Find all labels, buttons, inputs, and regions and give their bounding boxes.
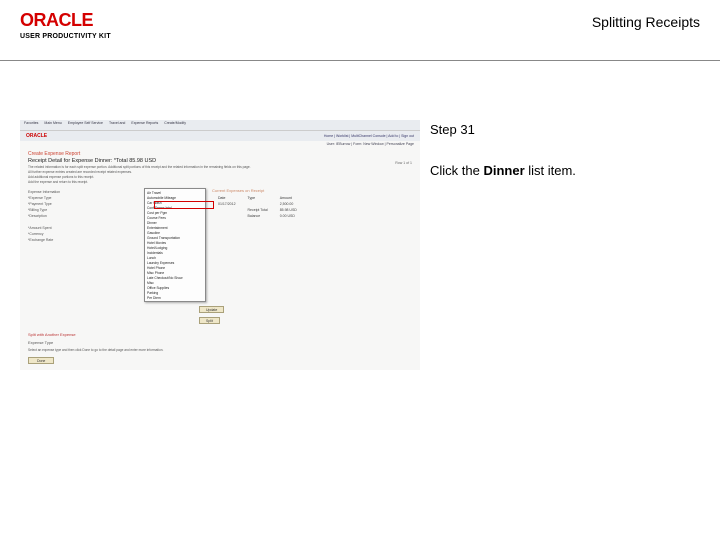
thumb-brand-logo: ORACLE (26, 133, 47, 139)
thumb-breadcrumb: Favorites Main Menu Employee Self Servic… (20, 120, 420, 131)
thumb-bullet: Add additional expense portions to this … (28, 176, 412, 180)
logo-block: ORACLE USER PRODUCTIVITY KIT (20, 10, 111, 40)
thumb-field-label: *Payment Type (28, 202, 52, 206)
page-header: ORACLE USER PRODUCTIVITY KIT Splitting R… (0, 10, 720, 61)
thumb-heading: Create Expense Report (28, 151, 412, 157)
thumb-field-label: *Expense Type (28, 196, 51, 200)
instruction-bold: Dinner (483, 163, 524, 178)
thumb-field-label: *Currency (28, 232, 44, 236)
thumb-body: Create Expense Report Receipt Detail for… (20, 147, 420, 368)
thumb-done-button[interactable]: Done (28, 357, 54, 364)
thumb-navlinks: Home | Worklist | MultiChannel Console |… (324, 134, 414, 138)
thumb-nav-item: Travel and (109, 121, 125, 129)
expense-type-dropdown[interactable]: Air Travel Automobile Mileage Car Wash C… (144, 188, 206, 302)
instruction-text: Click the Dinner list item. (430, 163, 700, 180)
thumb-field-label: Expense Information (28, 190, 60, 194)
instruction-post: list item. (525, 163, 576, 178)
thumb-nav-item: Favorites (24, 121, 38, 129)
thumb-nav-item: Main Menu (44, 121, 61, 129)
thumb-split-button[interactable]: Split (199, 317, 220, 324)
thumb-field-label: *Exchange Rate (28, 238, 53, 242)
upk-label: USER PRODUCTIVITY KIT (20, 33, 111, 40)
content-area: Favorites Main Menu Employee Self Servic… (20, 120, 700, 370)
step-label: Step 31 (430, 122, 700, 137)
thumb-td (212, 213, 242, 219)
app-screenshot-thumbnail: Favorites Main Menu Employee Self Servic… (20, 120, 420, 370)
thumb-form-left: Expense Information *Expense Type *Payme… (28, 188, 138, 302)
thumb-field-label: *Billing Type (28, 208, 47, 212)
thumb-bullet: Add the expense and return to this recei… (28, 181, 412, 185)
instruction-pre: Click the (430, 163, 483, 178)
thumb-brandbar: ORACLE Home | Worklist | MultiChannel Co… (20, 131, 420, 141)
thumb-nav-item: Create/Modify (164, 121, 186, 129)
thumb-td: Balance (242, 213, 274, 219)
thumb-section-title: Current Expenses on Receipt (212, 188, 412, 193)
thumb-footnote: Select an expense type and then click Do… (28, 349, 412, 353)
thumb-td: 0.00 USD (274, 213, 303, 219)
thumb-field-label: *Amount Spent (28, 226, 52, 230)
page-title: Splitting Receipts (592, 14, 700, 30)
oracle-logo: ORACLE (20, 10, 111, 31)
thumb-right-panel: Current Expenses on Receipt Date Type Am… (212, 188, 412, 302)
thumb-etype-label: Expense Type (28, 340, 53, 345)
thumb-field-label: *Description (28, 214, 47, 218)
thumb-expense-table: Date Type Amount 01/17/2012 2,500.00 Rec… (212, 195, 303, 219)
thumb-split-link[interactable]: Split with Another Expense (28, 332, 412, 337)
thumb-nav-item: Employee Self Service (68, 121, 103, 129)
list-item[interactable]: Per Diem Rate Daily (146, 300, 204, 302)
thumb-update-button[interactable]: Update (199, 306, 224, 313)
instruction-pane: Step 31 Click the Dinner list item. (430, 120, 700, 370)
thumb-nav-item: Expense Reports (131, 121, 158, 129)
